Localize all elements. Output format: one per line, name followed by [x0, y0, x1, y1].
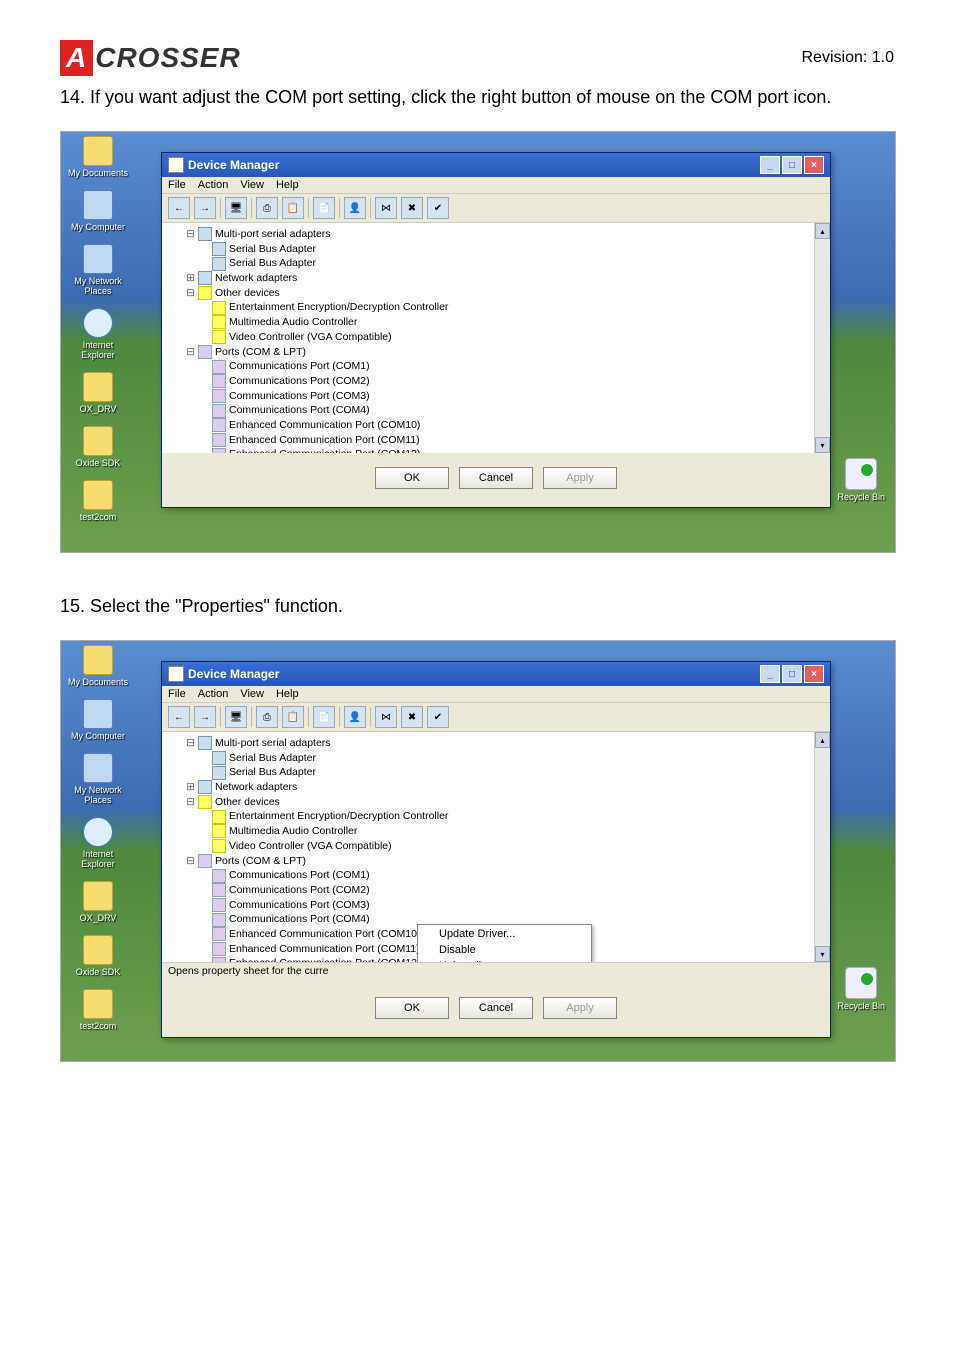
menu-bar: File Action View Help — [162, 177, 830, 194]
tool-icon[interactable]: 👤 — [344, 706, 366, 728]
paragraph-15: 15. Select the "Properties" function. — [60, 593, 894, 620]
menu-disable[interactable]: Disable — [419, 942, 590, 958]
menu-uninstall[interactable]: Uninstall — [419, 958, 590, 962]
desktop-icon[interactable]: My Documents — [67, 645, 129, 687]
window-icon — [168, 157, 184, 173]
menu-view[interactable]: View — [240, 179, 264, 191]
context-menu: Update Driver... Disable Uninstall Scan … — [417, 924, 592, 962]
recycle-bin[interactable]: Recycle Bin — [837, 967, 885, 1011]
paragraph-14: 14. If you want adjust the COM port sett… — [60, 84, 894, 111]
scroll-up-icon[interactable]: ▴ — [815, 223, 830, 239]
device-tree[interactable]: ⊟Multi-port serial adapters Serial Bus A… — [162, 223, 814, 453]
desktop-icon[interactable]: My Documents — [67, 136, 129, 178]
scroll-up-icon[interactable]: ▴ — [815, 732, 830, 748]
desktop-icon[interactable]: Oxide SDK — [67, 426, 129, 468]
tool-icon[interactable]: 👤 — [344, 197, 366, 219]
status-bar: Opens property sheet for the curre — [162, 962, 830, 983]
desktop-icon[interactable]: test2com — [67, 989, 129, 1031]
titlebar[interactable]: Device Manager _ □ × — [162, 662, 830, 686]
desktop-icon[interactable]: My Network Places — [67, 244, 129, 296]
properties-icon[interactable]: 📄 — [313, 706, 335, 728]
desktop-icons: My Documents My Computer My Network Plac… — [67, 136, 129, 522]
desktop-icon[interactable]: My Network Places — [67, 753, 129, 805]
ok-button[interactable]: OK — [375, 997, 449, 1019]
tool-icon[interactable]: 📋 — [282, 706, 304, 728]
menu-file[interactable]: File — [168, 179, 186, 191]
menu-action[interactable]: Action — [198, 688, 229, 700]
close-button[interactable]: × — [804, 665, 824, 683]
recycle-bin-icon — [845, 967, 877, 999]
desktop-icon[interactable]: test2com — [67, 480, 129, 522]
menu-help[interactable]: Help — [276, 179, 299, 191]
desktop-icon[interactable]: Oxide SDK — [67, 935, 129, 977]
recycle-bin-icon — [845, 458, 877, 490]
desktop-icon[interactable]: Internet Explorer — [67, 817, 129, 869]
tool-icon[interactable]: 📋 — [282, 197, 304, 219]
properties-icon[interactable]: 📄 — [313, 197, 335, 219]
desktop-icon[interactable]: My Computer — [67, 190, 129, 232]
tool-icon[interactable]: ⋈ — [375, 706, 397, 728]
device-manager-window: Device Manager _ □ × File Action View He… — [161, 152, 831, 508]
tool-icon[interactable]: 🖥 — [225, 197, 247, 219]
tool-icon[interactable]: ✔ — [427, 706, 449, 728]
desktop-icon[interactable]: OX_DRV — [67, 372, 129, 414]
back-button[interactable]: ← — [168, 706, 190, 728]
maximize-button[interactable]: □ — [782, 156, 802, 174]
logo-prefix: A — [60, 40, 93, 76]
desktop-icons: My Documents My Computer My Network Plac… — [67, 645, 129, 1031]
ok-button[interactable]: OK — [375, 467, 449, 489]
titlebar[interactable]: Device Manager _ □ × — [162, 153, 830, 177]
forward-button[interactable]: → — [194, 706, 216, 728]
tool-icon[interactable]: ⎙ — [256, 197, 278, 219]
desktop-icon[interactable]: OX_DRV — [67, 881, 129, 923]
desktop-icon[interactable]: Internet Explorer — [67, 308, 129, 360]
vertical-scrollbar[interactable]: ▴ ▾ — [814, 732, 830, 962]
cancel-button[interactable]: Cancel — [459, 997, 533, 1019]
window-icon — [168, 666, 184, 682]
screenshot-1: My Documents My Computer My Network Plac… — [60, 131, 896, 553]
device-manager-window: Device Manager _ □ × File Action View He… — [161, 661, 831, 1038]
menu-view[interactable]: View — [240, 688, 264, 700]
revision-text: Revision: 1.0 — [802, 49, 895, 67]
tool-icon[interactable]: ⋈ — [375, 197, 397, 219]
scroll-down-icon[interactable]: ▾ — [815, 437, 830, 453]
toolbar: ← → 🖥 ⎙ 📋 📄 👤 ⋈ ✖ ✔ — [162, 703, 830, 732]
maximize-button[interactable]: □ — [782, 665, 802, 683]
tool-icon[interactable]: ⎙ — [256, 706, 278, 728]
menu-help[interactable]: Help — [276, 688, 299, 700]
apply-button: Apply — [543, 997, 617, 1019]
menu-action[interactable]: Action — [198, 179, 229, 191]
toolbar: ← → 🖥 ⎙ 📋 📄 👤 ⋈ ✖ ✔ — [162, 194, 830, 223]
window-title: Device Manager — [188, 667, 279, 681]
forward-button[interactable]: → — [194, 197, 216, 219]
cancel-button[interactable]: Cancel — [459, 467, 533, 489]
minimize-button[interactable]: _ — [760, 665, 780, 683]
minimize-button[interactable]: _ — [760, 156, 780, 174]
logo-rest: CROSSER — [95, 42, 240, 74]
vertical-scrollbar[interactable]: ▴ ▾ — [814, 223, 830, 453]
logo: A CROSSER — [60, 40, 241, 76]
desktop-icon[interactable]: My Computer — [67, 699, 129, 741]
back-button[interactable]: ← — [168, 197, 190, 219]
tool-icon[interactable]: ✔ — [427, 197, 449, 219]
recycle-bin[interactable]: Recycle Bin — [837, 458, 885, 502]
tool-icon[interactable]: 🖥 — [225, 706, 247, 728]
screenshot-2: My Documents My Computer My Network Plac… — [60, 640, 896, 1062]
apply-button: Apply — [543, 467, 617, 489]
tool-icon[interactable]: ✖ — [401, 197, 423, 219]
menu-file[interactable]: File — [168, 688, 186, 700]
scroll-down-icon[interactable]: ▾ — [815, 946, 830, 962]
menu-bar: File Action View Help — [162, 686, 830, 703]
window-title: Device Manager — [188, 158, 279, 172]
tool-icon[interactable]: ✖ — [401, 706, 423, 728]
menu-update-driver[interactable]: Update Driver... — [419, 926, 590, 942]
close-button[interactable]: × — [804, 156, 824, 174]
